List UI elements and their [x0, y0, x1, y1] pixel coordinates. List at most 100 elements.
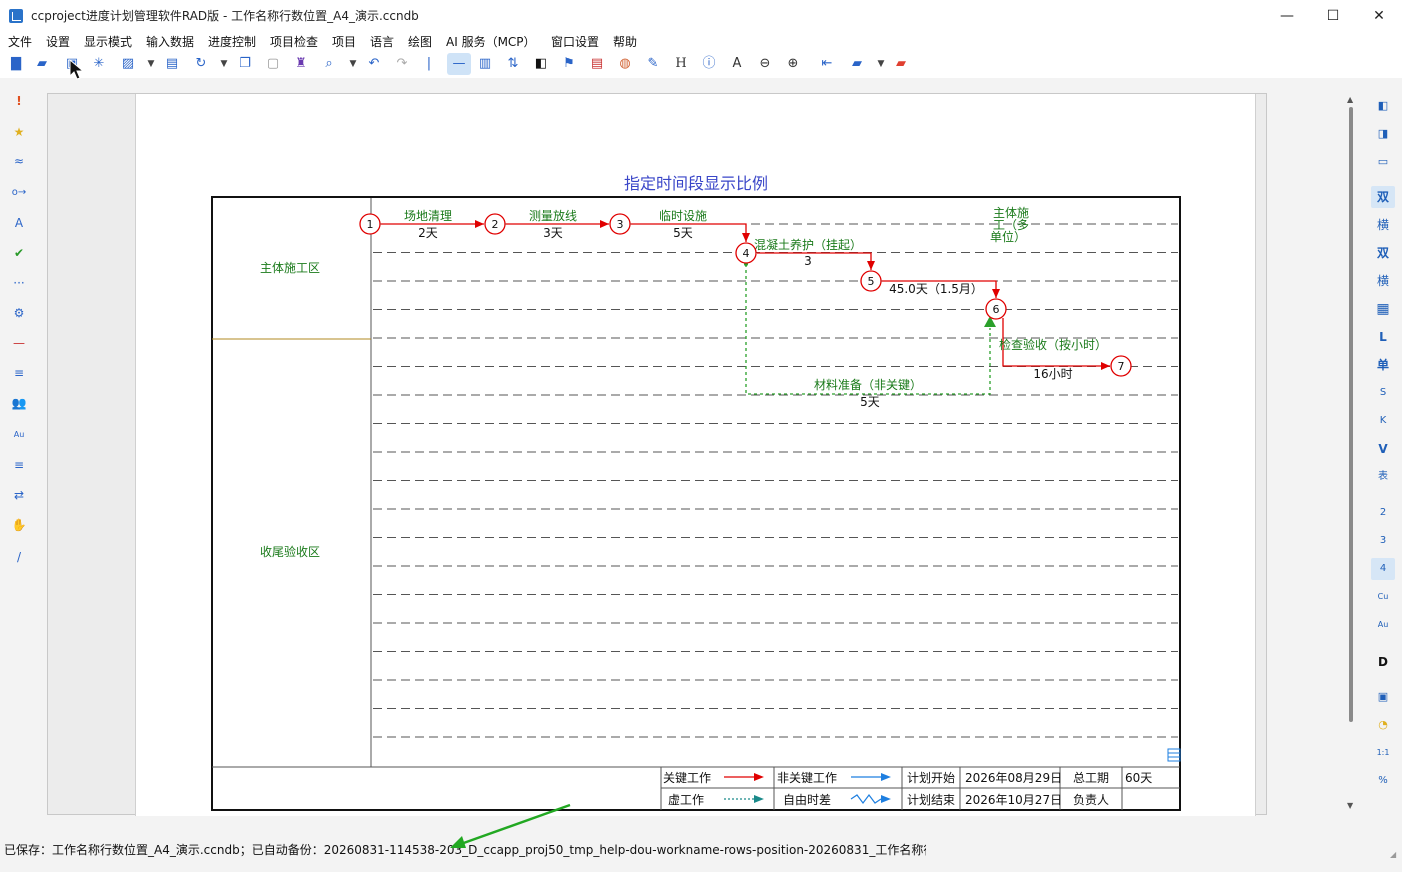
k-button[interactable]: K	[1371, 410, 1395, 432]
star-icon[interactable]: ★	[10, 123, 28, 141]
signpost-icon[interactable]: ⚑	[561, 56, 577, 72]
drawing-canvas[interactable]: 指定时间段显示比例 主体施工区 收尾验收区 场地清理 2天 测量放线 3天 临时设施 5天…	[47, 93, 1268, 816]
chevron-down-icon[interactable]: ▼	[143, 56, 159, 72]
event-node-label: 5	[868, 275, 875, 288]
back-icon[interactable]: ⇤	[819, 56, 835, 72]
asterisk-icon[interactable]: ✳	[91, 56, 107, 72]
arrowhead-icon	[867, 261, 875, 270]
brush-icon[interactable]: ♜	[293, 56, 309, 72]
list-sort-icon[interactable]: ≡	[10, 364, 28, 382]
zoom-in-icon[interactable]: ⊕	[785, 56, 801, 72]
level-2-button[interactable]: 2	[1371, 502, 1395, 524]
double-code-add-button[interactable]: 双	[1371, 242, 1395, 264]
horizontal-add-button[interactable]: 横	[1371, 270, 1395, 292]
heading-icon[interactable]: H	[673, 56, 689, 72]
scrollbar-thumb[interactable]	[1349, 107, 1353, 722]
horizontal-line-icon[interactable]: —	[447, 53, 471, 75]
refresh-icon[interactable]: ↻	[193, 56, 209, 72]
wave-icon[interactable]: ≈	[10, 152, 28, 170]
s-button[interactable]: S	[1371, 382, 1395, 404]
menu-project-check[interactable]: 项目检查	[270, 33, 318, 50]
table-icon[interactable]	[1167, 748, 1181, 762]
palette-icon[interactable]: ◍	[617, 56, 633, 72]
resize-grip-icon[interactable]: ◢	[1390, 850, 1396, 859]
table-button[interactable]: 表	[1371, 466, 1395, 488]
text-size-icon[interactable]: A	[10, 214, 28, 232]
panel-right-icon[interactable]: ◨	[1371, 123, 1395, 145]
red-folder-icon[interactable]: ▰	[893, 56, 909, 72]
menu-input-data[interactable]: 输入数据	[146, 33, 194, 50]
panel-bottom-icon[interactable]: ▭	[1371, 151, 1395, 173]
users-icon[interactable]: 👥	[10, 394, 28, 412]
link-arrow-icon[interactable]: o→	[10, 184, 28, 202]
d-button[interactable]: D	[1371, 651, 1395, 673]
menu-settings[interactable]: 设置	[46, 33, 70, 50]
comment-icon[interactable]: ◔	[1371, 714, 1395, 736]
search-icon[interactable]: ⌕	[321, 56, 337, 72]
new-file-icon[interactable]: ▇	[8, 56, 24, 72]
redo-icon[interactable]: ↷	[394, 56, 410, 72]
calendar-icon[interactable]: ▣	[1371, 686, 1395, 708]
sort-icon[interactable]: ⇅	[505, 56, 521, 72]
pencil-icon[interactable]: /	[10, 548, 28, 566]
double-code-button[interactable]: 双	[1371, 186, 1395, 208]
menu-draw[interactable]: 绘图	[408, 33, 432, 50]
horizontal-button[interactable]: 横	[1371, 214, 1395, 236]
chevron-down-icon[interactable]: ▼	[873, 56, 889, 72]
menu-project[interactable]: 项目	[332, 33, 356, 50]
folder-icon[interactable]: ▰	[849, 56, 865, 72]
paste-icon[interactable]: ▢	[265, 56, 281, 72]
vertical-scrollbar[interactable]: ▲ ▼	[1345, 93, 1357, 815]
open-folder-icon[interactable]: ▰	[34, 56, 50, 72]
print-icon[interactable]: ▤	[164, 56, 180, 72]
columns-icon[interactable]: ▥	[477, 56, 493, 72]
menu-file[interactable]: 文件	[8, 33, 32, 50]
dotted-line-icon[interactable]: ···	[10, 274, 28, 292]
contrast-icon[interactable]: ◧	[533, 56, 549, 72]
font-au-icon[interactable]: Au	[10, 426, 28, 444]
gear-icon[interactable]: ⚙	[10, 304, 28, 322]
edit-icon[interactable]: ✎	[645, 56, 661, 72]
arrow-4-5	[757, 252, 872, 270]
check-icon[interactable]: ✔	[10, 244, 28, 262]
minimize-button[interactable]: —	[1264, 0, 1310, 31]
swap-icon[interactable]: ⇄	[10, 486, 28, 504]
zoom-out-icon[interactable]: ⊖	[757, 56, 773, 72]
network-diagram[interactable]: 指定时间段显示比例 主体施工区 收尾验收区 场地清理 2天 测量放线 3天 临时设施 5天…	[48, 94, 1268, 816]
menu-ai-service[interactable]: AI 服务（MCP）	[446, 33, 536, 50]
maximize-button[interactable]: ☐	[1310, 0, 1356, 31]
right-toolbar: ◧ ◨ ▭ 双 横 双 横 ▦ L 单 S K V 表 2 3 4 Cu Au …	[1364, 86, 1402, 826]
table-grid-icon[interactable]: ▦	[1371, 298, 1395, 320]
scale-1-1-button[interactable]: 1:1	[1371, 742, 1395, 764]
filter-icon[interactable]: ≡	[10, 456, 28, 474]
hand-icon[interactable]: ✋	[10, 516, 28, 534]
percent-button[interactable]: %	[1371, 770, 1395, 792]
level-3-button[interactable]: 3	[1371, 530, 1395, 552]
copy-icon[interactable]: ❐	[237, 56, 253, 72]
au-button[interactable]: Au	[1371, 614, 1395, 636]
menu-language[interactable]: 语言	[370, 33, 394, 50]
image-icon[interactable]: ▨	[120, 56, 136, 72]
level-4-button[interactable]: 4	[1371, 558, 1395, 580]
single-button[interactable]: 单	[1371, 354, 1395, 376]
activity-duration: 5天	[673, 226, 693, 240]
undo-icon[interactable]: ↶	[366, 56, 382, 72]
scroll-down-icon[interactable]: ▼	[1347, 801, 1353, 810]
scroll-up-icon[interactable]: ▲	[1347, 95, 1353, 104]
v-button[interactable]: V	[1371, 438, 1395, 460]
chevron-down-icon[interactable]: ▼	[345, 56, 361, 72]
menu-help[interactable]: 帮助	[613, 33, 637, 50]
chevron-down-icon[interactable]: ▼	[216, 56, 232, 72]
panel-left-icon[interactable]: ◧	[1371, 95, 1395, 117]
close-button[interactable]: ✕	[1356, 0, 1402, 31]
menu-display-mode[interactable]: 显示模式	[84, 33, 132, 50]
l-button[interactable]: L	[1371, 326, 1395, 348]
text-format-icon[interactable]: A	[729, 56, 745, 72]
menu-window-settings[interactable]: 窗口设置	[551, 33, 599, 50]
document-delete-icon[interactable]: ▤	[589, 56, 605, 72]
info-icon[interactable]: ⓘ	[701, 56, 717, 72]
minus-icon[interactable]: —	[10, 334, 28, 352]
cu-button[interactable]: Cu	[1371, 586, 1395, 608]
menu-progress-control[interactable]: 进度控制	[208, 33, 256, 50]
alert-icon[interactable]: !	[10, 92, 28, 110]
